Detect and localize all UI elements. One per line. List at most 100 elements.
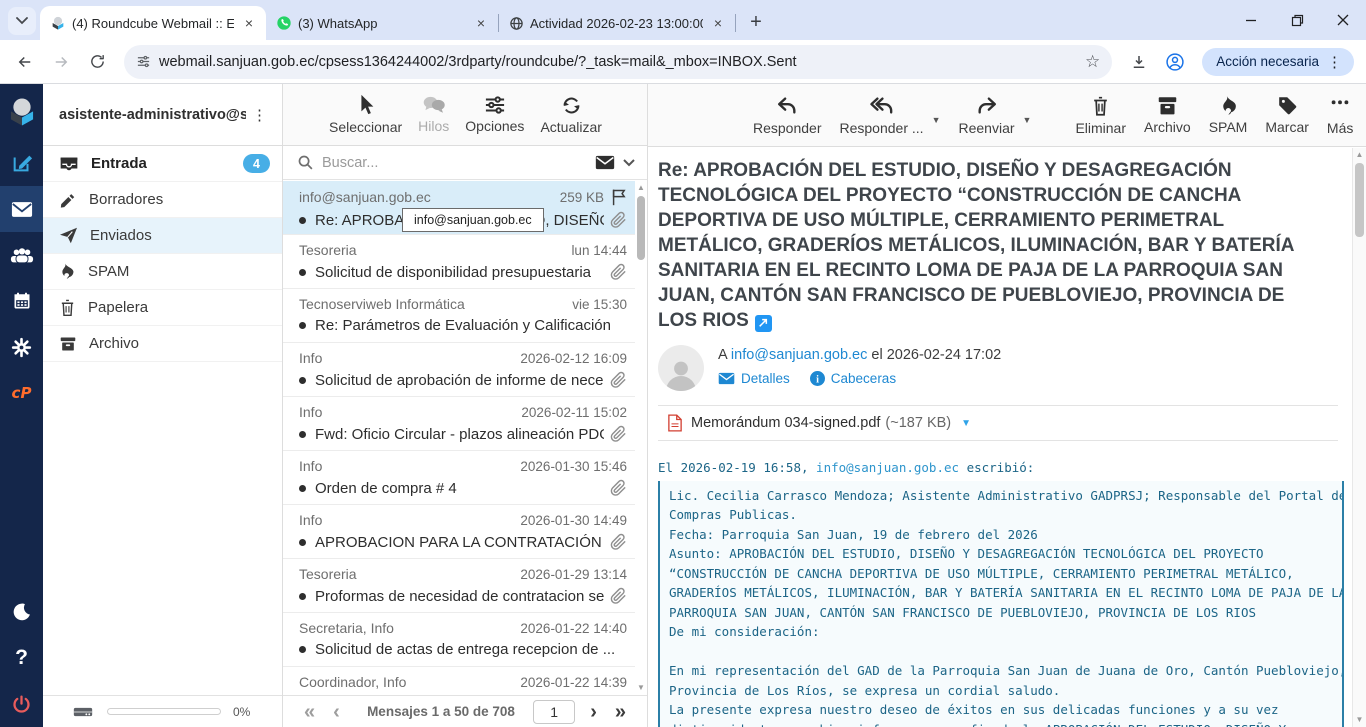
trash-icon [1091, 95, 1110, 117]
action-needed-chip[interactable]: Acción necesaria ⋮ [1202, 48, 1354, 76]
page-number-input[interactable]: 1 [533, 700, 575, 724]
profile-avatar-icon[interactable] [1158, 45, 1192, 79]
tab-close-icon[interactable]: × [472, 14, 490, 32]
roundcube-logo-icon[interactable] [0, 84, 43, 140]
tab-close-icon[interactable]: × [709, 14, 727, 32]
list-scroll-thumb[interactable] [637, 196, 645, 260]
forward-button[interactable] [44, 45, 78, 79]
first-page-button[interactable]: « [295, 702, 324, 722]
settings-gear-icon[interactable] [0, 324, 43, 370]
message-row[interactable]: Tesorerialun 14:44 Solicitud de disponib… [283, 235, 635, 289]
select-button[interactable]: Seleccionar [329, 94, 402, 135]
logout-power-icon[interactable] [0, 681, 43, 727]
folder-item-papelera[interactable]: Papelera [43, 290, 282, 326]
message-row[interactable]: Tesoreria2026-01-29 13:14 Proformas de n… [283, 559, 635, 613]
folder-item-entrada[interactable]: Entrada 4 [43, 146, 282, 182]
search-input[interactable] [322, 155, 587, 171]
last-page-button[interactable]: » [606, 702, 635, 722]
mail-module-icon[interactable] [0, 186, 43, 232]
more-button[interactable]: Más [1327, 95, 1353, 136]
help-icon[interactable]: ? [0, 635, 43, 681]
search-scope-envelope-icon[interactable] [595, 155, 615, 170]
envelope-icon [718, 372, 735, 385]
folder-item-spam[interactable]: SPAM [43, 254, 282, 290]
list-scrollbar[interactable]: ▲ ▼ [635, 181, 647, 695]
downloads-icon[interactable] [1122, 45, 1156, 79]
external-link-icon[interactable] [755, 315, 772, 332]
close-window-button[interactable] [1320, 0, 1366, 40]
prev-page-button[interactable]: ‹ [324, 702, 349, 722]
calendar-icon[interactable] [0, 278, 43, 324]
message-row[interactable]: Coordinador, Info2026-01-22 14:39 [283, 667, 635, 695]
new-tab-button[interactable]: + [742, 8, 770, 36]
reload-button[interactable] [80, 45, 114, 79]
tab-search-button[interactable] [8, 7, 36, 35]
reply-all-dropdown-caret[interactable]: ▼ [932, 115, 941, 125]
flag-icon[interactable] [610, 188, 627, 206]
minimize-button[interactable] [1228, 0, 1274, 40]
message-row[interactable]: Info2026-02-12 16:09 Solicitud de aproba… [283, 343, 635, 397]
contacts-icon[interactable] [0, 232, 43, 278]
search-options-chevron-icon[interactable] [623, 159, 635, 167]
archive-button[interactable]: Archivo [1144, 96, 1191, 135]
reply-button[interactable]: Responder [753, 95, 822, 136]
attachment-paperclip-icon [610, 479, 627, 497]
mark-button[interactable]: Marcar [1265, 95, 1309, 135]
scroll-down-icon[interactable]: ▼ [637, 683, 645, 693]
refresh-icon [561, 95, 582, 116]
browser-tab-whatsapp[interactable]: (3) WhatsApp × [266, 6, 498, 40]
bookmark-star-icon[interactable]: ☆ [1085, 52, 1100, 72]
reply-icon [775, 95, 799, 117]
pane-scrollbar[interactable]: ▲ ▼ [1352, 148, 1366, 727]
refresh-button[interactable]: Actualizar [540, 95, 601, 135]
pagination-bar: « ‹ Mensajes 1 a 50 de 708 1 › » [283, 695, 647, 727]
dark-mode-moon-icon[interactable] [0, 589, 43, 635]
cpanel-icon[interactable]: cP [0, 370, 43, 416]
folder-item-borradores[interactable]: Borradores [43, 182, 282, 218]
address-bar[interactable]: webmail.sanjuan.gob.ec/cpsess1364244002/… [124, 45, 1112, 79]
spam-button[interactable]: SPAM [1209, 95, 1248, 135]
reply-all-button[interactable]: Responder ... [840, 95, 924, 136]
inbox-icon [59, 156, 79, 171]
account-menu-icon[interactable]: ⋮ [246, 106, 274, 124]
attachment-name[interactable]: Memorándum 034-signed.pdf [691, 415, 880, 431]
delete-button[interactable]: Eliminar [1075, 95, 1126, 136]
message-row[interactable]: Secretaria, Info2026-01-22 14:40 Solicit… [283, 613, 635, 667]
restore-button[interactable] [1274, 0, 1320, 40]
browser-tab-activity[interactable]: Actividad 2026-02-23 13:00:00 × [499, 6, 735, 40]
attachment-dropdown-caret[interactable]: ▼ [961, 418, 971, 429]
unread-dot [299, 539, 306, 546]
message-row[interactable]: Info2026-02-11 15:02 Fwd: Oficio Circula… [283, 397, 635, 451]
attachment-bar[interactable]: Memorándum 034-signed.pdf (~187 KB) ▼ [658, 405, 1338, 441]
browser-tab-roundcube[interactable]: (4) Roundcube Webmail :: Envia × [40, 6, 266, 40]
tab-close-icon[interactable]: × [240, 14, 258, 32]
details-toggle[interactable]: Detalles [718, 371, 790, 386]
quoted-email-link[interactable]: info@sanjuan.gob.ec [816, 460, 959, 475]
scroll-up-icon[interactable]: ▲ [1356, 150, 1364, 160]
send-icon [59, 227, 78, 244]
back-button[interactable] [8, 45, 42, 79]
forward-dropdown-caret[interactable]: ▼ [1023, 115, 1032, 125]
message-subject: Re: APROBACIÓN DEL ESTUDIO, DISEÑO Y DES… [658, 158, 1320, 333]
forward-button[interactable]: Reenviar [958, 95, 1014, 136]
folder-label: Papelera [88, 299, 270, 316]
threads-button[interactable]: Hilos [418, 95, 449, 134]
headers-toggle[interactable]: i Cabeceras [810, 371, 896, 386]
browser-menu-icon[interactable]: ⋮ [1319, 53, 1350, 71]
recipient-email-link[interactable]: info@sanjuan.gob.ec [731, 347, 867, 363]
compose-icon[interactable] [0, 140, 43, 186]
more-dots-icon [1329, 95, 1351, 117]
next-page-button[interactable]: › [581, 702, 606, 722]
message-row[interactable]: Info2026-01-30 14:49 APROBACION PARA LA … [283, 505, 635, 559]
folder-item-archivo[interactable]: Archivo [43, 326, 282, 362]
scroll-down-icon[interactable]: ▼ [1356, 715, 1364, 725]
message-row[interactable]: Info2026-01-30 15:46 Orden de compra # 4 [283, 451, 635, 505]
scroll-up-icon[interactable]: ▲ [637, 183, 645, 193]
pane-scroll-thumb[interactable] [1355, 163, 1364, 237]
message-row[interactable]: Tecnoserviweb Informáticavie 15:30 Re: P… [283, 289, 635, 343]
site-settings-icon[interactable] [136, 54, 151, 69]
folder-label: Entrada [91, 155, 243, 172]
folder-item-enviados[interactable]: Enviados [43, 218, 282, 254]
options-button[interactable]: Opciones [465, 95, 524, 134]
sender-lines: A info@sanjuan.gob.ec el 2026-02-24 17:0… [718, 345, 1001, 386]
